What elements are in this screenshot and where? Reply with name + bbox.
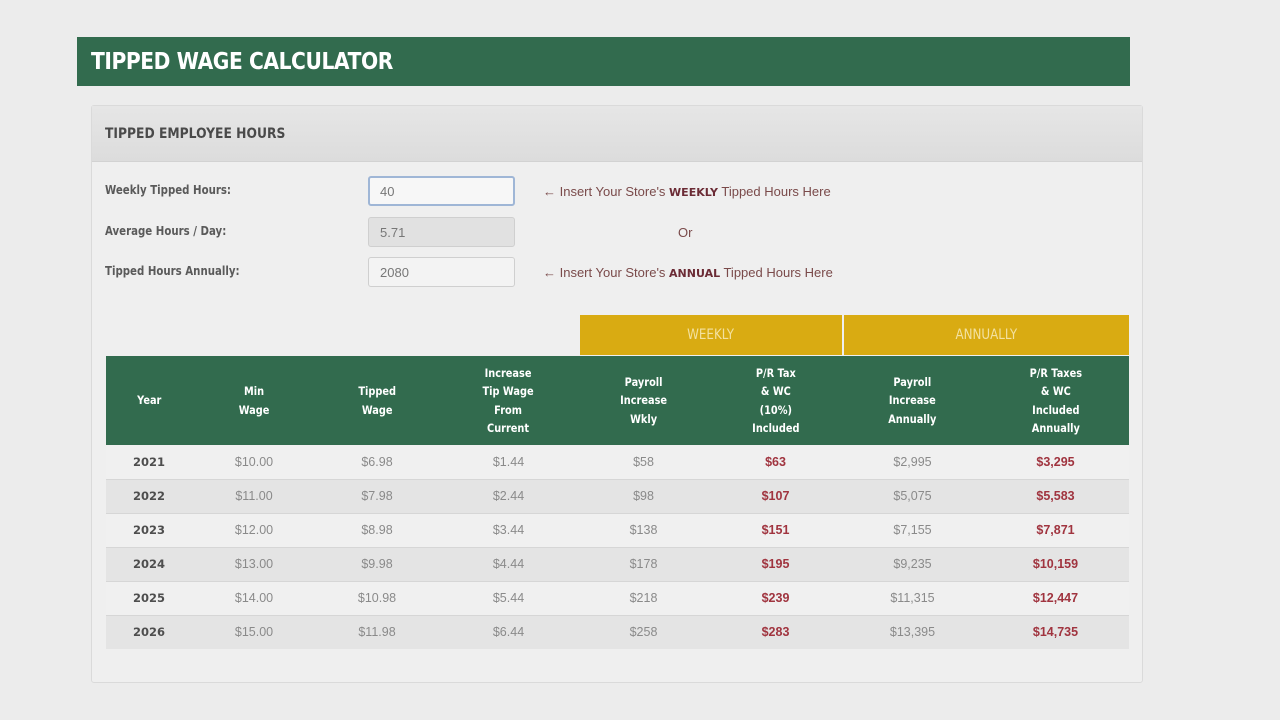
annual-hours-input[interactable] (368, 257, 515, 287)
year-cell: 2024 (106, 546, 192, 581)
year-cell: 2026 (106, 614, 192, 649)
payroll-annual-cell: $7,155 (843, 512, 982, 547)
table-row: 2026 $15.00 $11.98 $6.44 $258 $283 $13,395 $14,… (106, 614, 1129, 649)
min-wage-cell: $12.00 (192, 512, 316, 547)
weekly-group-label: WEEKLY (687, 327, 735, 343)
payroll-weekly-cell: $98 (579, 478, 708, 513)
payroll-annual-cell: $11,315 (843, 580, 982, 615)
year-cell: 2021 (132, 454, 165, 469)
tax-annual-cell: $5,583 (982, 478, 1129, 513)
tip-increase-cell: $3.44 (438, 512, 579, 547)
annually-group-header: ANNUALLY (844, 315, 1129, 355)
tax-annual-cell: $12,447 (982, 580, 1129, 615)
avg-hours-label: Average Hours / Day: (105, 224, 227, 238)
tipped-wage-cell: $7.98 (316, 478, 438, 513)
year-cell: 2022 (106, 478, 192, 513)
tip-increase-cell: $1.44 (492, 454, 525, 469)
tip-increase-cell: $5.44 (438, 580, 579, 615)
payroll-annual-cell: $2,995 (893, 454, 932, 469)
min-wage-cell: $15.00 (192, 614, 316, 649)
page-title: TIPPED WAGE CALCULATOR (91, 48, 393, 75)
column-header: Year (136, 393, 162, 408)
tax-weekly-cell: $63 (765, 454, 786, 469)
avg-hours-input (368, 217, 515, 247)
weekly-hours-row: Weekly Tipped Hours: ← Insert Your Store… (105, 176, 1125, 206)
weekly-hint-suffix: Tipped Hours Here (718, 184, 831, 199)
column-header: P/R Tax & WC (10%) Included (751, 365, 800, 436)
annual-hours-hint: ← Insert Your Store's ANNUAL Tipped Hour… (543, 265, 833, 280)
weekly-hours-hint: ← Insert Your Store's WEEKLY Tipped Hour… (543, 184, 831, 199)
column-header: Payroll Increase Wkly (620, 374, 667, 426)
min-wage-cell: $10.00 (234, 454, 274, 469)
avg-hours-row: Average Hours / Day: Or (105, 217, 1125, 247)
annual-hours-row: Tipped Hours Annually: ← Insert Your Sto… (105, 257, 1125, 287)
table-row: 2022 $11.00 $7.98 $2.44 $98 $107 $5,075 $5,583 (106, 478, 1129, 513)
panel-title: TIPPED EMPLOYEE HOURS (105, 125, 286, 142)
annual-hours-label: Tipped Hours Annually: (105, 264, 240, 278)
table-row: 2025 $14.00 $10.98 $5.44 $218 $239 $11,315 $12,… (106, 580, 1129, 615)
table-header-row: Year Min Wage Tipped Wage Increase Tip W… (106, 356, 1129, 445)
tip-increase-cell: $2.44 (438, 478, 579, 513)
wage-table: Year Min Wage Tipped Wage Increase Tip W… (106, 356, 1129, 649)
column-header: P/R Taxes & WC Included Annually (1029, 365, 1082, 436)
weekly-group-header: WEEKLY (580, 315, 842, 355)
tax-weekly-cell: $195 (708, 546, 843, 581)
tax-annual-cell: $10,159 (982, 546, 1129, 581)
payroll-weekly-cell: $178 (579, 546, 708, 581)
annual-hint-suffix: Tipped Hours Here (720, 265, 833, 280)
tipped-wage-cell: $10.98 (316, 580, 438, 615)
weekly-hint-prefix: ← Insert Your Store's (543, 184, 670, 199)
calculator-banner: TIPPED WAGE CALCULATOR (77, 37, 1130, 86)
annually-group-label: ANNUALLY (955, 327, 1018, 343)
payroll-weekly-cell: $258 (579, 614, 708, 649)
table-body: 2021 $10.00 $6.98 $1.44 $58 $63 $2,995 $3,295 20… (106, 445, 1129, 649)
table-row: 2021 $10.00 $6.98 $1.44 $58 $63 $2,995 $3,295 (106, 445, 1129, 479)
tax-weekly-cell: $107 (708, 478, 843, 513)
tax-annual-cell: $3,295 (1036, 454, 1075, 469)
tax-weekly-cell: $239 (708, 580, 843, 615)
tax-annual-cell: $7,871 (982, 512, 1129, 547)
tip-increase-cell: $4.44 (438, 546, 579, 581)
column-header: Payroll Increase Annually (888, 374, 937, 426)
tip-increase-cell: $6.44 (438, 614, 579, 649)
table-row: 2024 $13.00 $9.98 $4.44 $178 $195 $9,235 $10,15… (106, 546, 1129, 581)
panel-header: TIPPED EMPLOYEE HOURS (92, 106, 1142, 162)
min-wage-cell: $13.00 (192, 546, 316, 581)
tipped-wage-cell: $8.98 (316, 512, 438, 547)
payroll-annual-cell: $9,235 (843, 546, 982, 581)
tax-annual-cell: $14,735 (982, 614, 1129, 649)
year-cell: 2025 (106, 580, 192, 615)
or-separator: Or (678, 225, 693, 240)
payroll-weekly-cell: $218 (579, 580, 708, 615)
min-wage-cell: $14.00 (192, 580, 316, 615)
payroll-weekly-cell: $58 (633, 454, 654, 469)
column-header: Increase Tip Wage From Current (482, 365, 535, 436)
table-row: 2023 $12.00 $8.98 $3.44 $138 $151 $7,155 $7,871 (106, 512, 1129, 547)
annual-hint-emphasis: ANNUAL (669, 267, 721, 280)
payroll-weekly-cell: $138 (579, 512, 708, 547)
weekly-hours-input[interactable] (368, 176, 515, 206)
tax-weekly-cell: $283 (708, 614, 843, 649)
column-header: Min Wage (238, 384, 270, 417)
column-header: Tipped Wage (358, 384, 396, 417)
tax-weekly-cell: $151 (708, 512, 843, 547)
tipped-wage-cell: $11.98 (316, 614, 438, 649)
tipped-wage-cell: $6.98 (361, 454, 393, 469)
payroll-annual-cell: $13,395 (843, 614, 982, 649)
year-cell: 2023 (106, 512, 192, 547)
min-wage-cell: $11.00 (192, 478, 316, 513)
tipped-wage-cell: $9.98 (316, 546, 438, 581)
weekly-hint-emphasis: WEEKLY (669, 186, 718, 199)
weekly-hours-label: Weekly Tipped Hours: (105, 183, 232, 197)
payroll-annual-cell: $5,075 (843, 478, 982, 513)
annual-hint-prefix: ← Insert Your Store's (543, 265, 670, 280)
